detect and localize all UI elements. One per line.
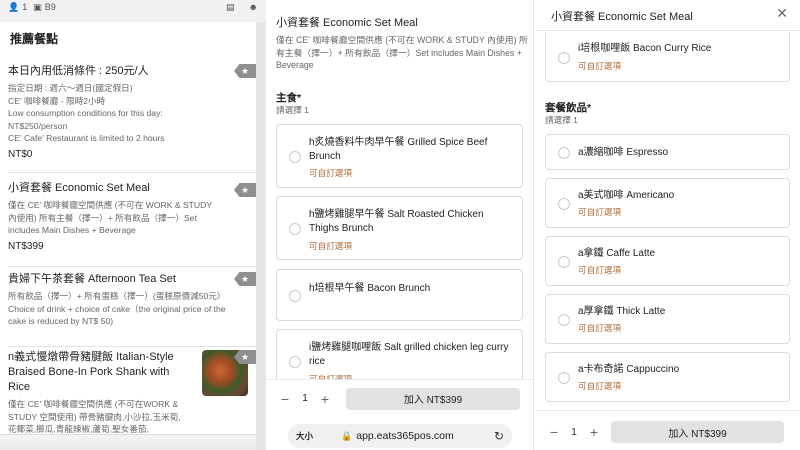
group-requirement: 請選擇 1 [276,105,309,115]
option-name: i培根咖哩飯 Bacon Curry Rice [578,43,712,54]
radio-button[interactable] [558,372,570,384]
option-espresso[interactable]: a濃縮咖啡 Espresso [545,134,790,170]
set-meal-panel-main: 小資套餐 Economic Set Meal 僅在 CE' 咖啡餐廳空間供應 (… [266,0,534,450]
item-title: 貴婦下午茶套餐 Afternoon Tea Set [8,273,176,285]
option-name: a濃縮咖啡 Espresso [578,147,669,158]
radio-button[interactable] [289,290,301,302]
option-name: h鹽烤雞腿早午餐 Salt Roasted Chicken Thighs Bru… [309,209,484,234]
close-icon[interactable]: ✕ [776,5,788,22]
option-name: i鹽烤雞腿咖哩飯 Salt grilled chicken leg curry … [309,342,509,367]
item-price: NT$399 [8,240,44,252]
option-hint: 可自訂選項 [309,241,352,251]
star-icon: ★ [234,64,256,78]
group-requirement: 請選擇 1 [545,115,578,125]
panel-subtitle: 僅在 CE' 咖啡餐廳空間供應 (不可在 WORK & STUDY 內使用) 所… [276,35,528,70]
option-cappuccino[interactable]: a卡布奇諾 Cappuccino 可自訂選項 [545,352,790,402]
option-thick-latte[interactable]: a厚拿鐵 Thick Latte 可自訂選項 [545,294,790,344]
table-number: ▣ B9 [33,2,56,13]
order-footer: − 1 + 加入 NT$399 [535,419,800,445]
quantity-value: 1 [302,393,308,404]
scrollbar[interactable] [256,22,266,450]
option-name: a美式咖啡 Americano [578,190,675,201]
item-title: 小資套餐 Economic Set Meal [8,182,150,194]
item-desc: 僅在 CE' 咖啡餐廳空間供應 (不可在WORK & STUDY 空間使用) 帶… [8,399,181,434]
menu-item-card[interactable]: ★ n義式慢燉帶骨豬腱飯 Italian-Style Braised Bone-… [8,350,256,440]
option-salt-roasted-chicken[interactable]: h鹽烤雞腿早午餐 Salt Roasted Chicken Thighs Bru… [276,196,523,260]
recommended-section: 推薦餐點 ★ 本日內用低消條件 : 250元/人 指定日期 : 週六～週日(國定… [0,22,256,450]
option-name: a卡布奇諾 Cappuccino [578,364,680,375]
option-hint: 可自訂選項 [578,61,621,71]
option-hint: 可自訂選項 [578,207,621,217]
option-americano[interactable]: a美式咖啡 Americano 可自訂選項 [545,178,790,228]
guest-count-value: 1 [22,2,28,12]
menu-item-card[interactable]: ★ 小資套餐 Economic Set Meal 僅在 CE' 咖啡餐廳空間供應… [8,177,256,267]
option-bacon-brunch[interactable]: h培根早午餐 Bacon Brunch [276,269,523,321]
increase-button[interactable]: + [585,423,603,441]
table-icon: ▣ [33,1,42,12]
radio-button[interactable] [558,52,570,64]
item-desc: 指定日期 : 週六～週日(國定假日) CE' 咖啡餐廳 - 限時2小時 Low … [8,83,165,143]
set-meal-panel-drinks: 小資套餐 Economic Set Meal ✕ i培根咖哩飯 Bacon Cu… [535,0,800,450]
star-icon: ★ [234,183,256,197]
order-footer: − 1 + 加入 NT$399 [266,379,533,417]
status-bar: 👤 1 ▣ B9 ▤ ☻ [0,0,266,14]
option-name: h培根早午餐 Bacon Brunch [309,283,431,294]
divider [535,30,800,31]
radio-button[interactable] [289,356,301,368]
star-icon: ★ [234,272,256,286]
divider [535,410,800,411]
option-hint: 可自訂選項 [578,323,621,333]
decrease-button[interactable]: − [276,390,294,408]
panel-title: 小資套餐 Economic Set Meal [551,11,693,23]
text-size-button[interactable]: 大小 [296,430,313,442]
option-name: h炙燒香料牛肉早午餐 Grilled Spice Beef Brunch [309,137,488,162]
item-price: NT$0 [8,148,33,160]
radio-button[interactable] [289,223,301,235]
group-title: 主食* [276,92,302,104]
url-text: app.eats365pos.com [356,430,454,442]
item-title: n義式慢燉帶骨豬腱飯 Italian-Style Braised Bone-In… [8,351,174,393]
group-title: 套餐飲品* [545,102,592,114]
menu-item-card[interactable]: ★ 貴婦下午茶套餐 Afternoon Tea Set 所有飲品（擇一）+ 所有… [8,272,256,347]
section-title: 推薦餐點 [10,32,59,46]
add-to-cart-button[interactable]: 加入 NT$399 [611,421,784,443]
user-icon[interactable]: ☻ [249,2,258,13]
guest-count: 👤 1 [8,2,27,13]
recommended-panel: 👤 1 ▣ B9 ▤ ☻ 推薦餐點 ★ 本日內用低消條件 : 250元/人 指定… [0,0,266,450]
receipt-icon[interactable]: ▤ [226,2,235,13]
radio-button[interactable] [558,198,570,210]
menu-item-card[interactable]: ★ 本日內用低消條件 : 250元/人 指定日期 : 週六～週日(國定假日) C… [8,58,256,173]
option-hint: 可自訂選項 [578,265,621,275]
bottom-bar [0,434,256,450]
add-to-cart-button[interactable]: 加入 NT$399 [346,387,520,410]
person-icon: 👤 [8,1,20,12]
option-name: a厚拿鐵 Thick Latte [578,306,666,317]
option-hint: 可自訂選項 [309,168,352,178]
radio-button[interactable] [558,147,570,159]
radio-button[interactable] [558,256,570,268]
option-caffe-latte[interactable]: a拿鐵 Caffe Latte 可自訂選項 [545,236,790,286]
item-desc: 所有飲品（擇一）+ 所有蛋糕（擇一）(蛋糕原價減50元） Choice of d… [8,291,226,326]
quantity-value: 1 [571,426,577,438]
option-hint: 可自訂選項 [578,381,621,391]
decrease-button[interactable]: − [545,423,563,441]
option-bacon-curry-rice[interactable]: i培根咖哩飯 Bacon Curry Rice 可自訂選項 [545,32,790,82]
lock-icon: 🔒 [341,430,353,441]
option-grilled-spice-beef[interactable]: h炙燒香料牛肉早午餐 Grilled Spice Beef Brunch 可自訂… [276,124,523,188]
browser-address-bar[interactable]: 大小 🔒 app.eats365pos.com ↻ [288,424,512,448]
option-name: a拿鐵 Caffe Latte [578,248,656,259]
item-desc: 僅在 CE' 咖啡餐廳空間供應 (不可在 WORK & STUDY 內使用) 所… [8,200,212,235]
reload-icon[interactable]: ↻ [494,429,504,443]
table-number-value: B9 [44,2,56,12]
increase-button[interactable]: + [316,390,334,408]
panel-title: 小資套餐 Economic Set Meal [276,17,418,29]
item-title: 本日內用低消條件 : 250元/人 [8,65,149,77]
radio-button[interactable] [558,314,570,326]
radio-button[interactable] [289,151,301,163]
